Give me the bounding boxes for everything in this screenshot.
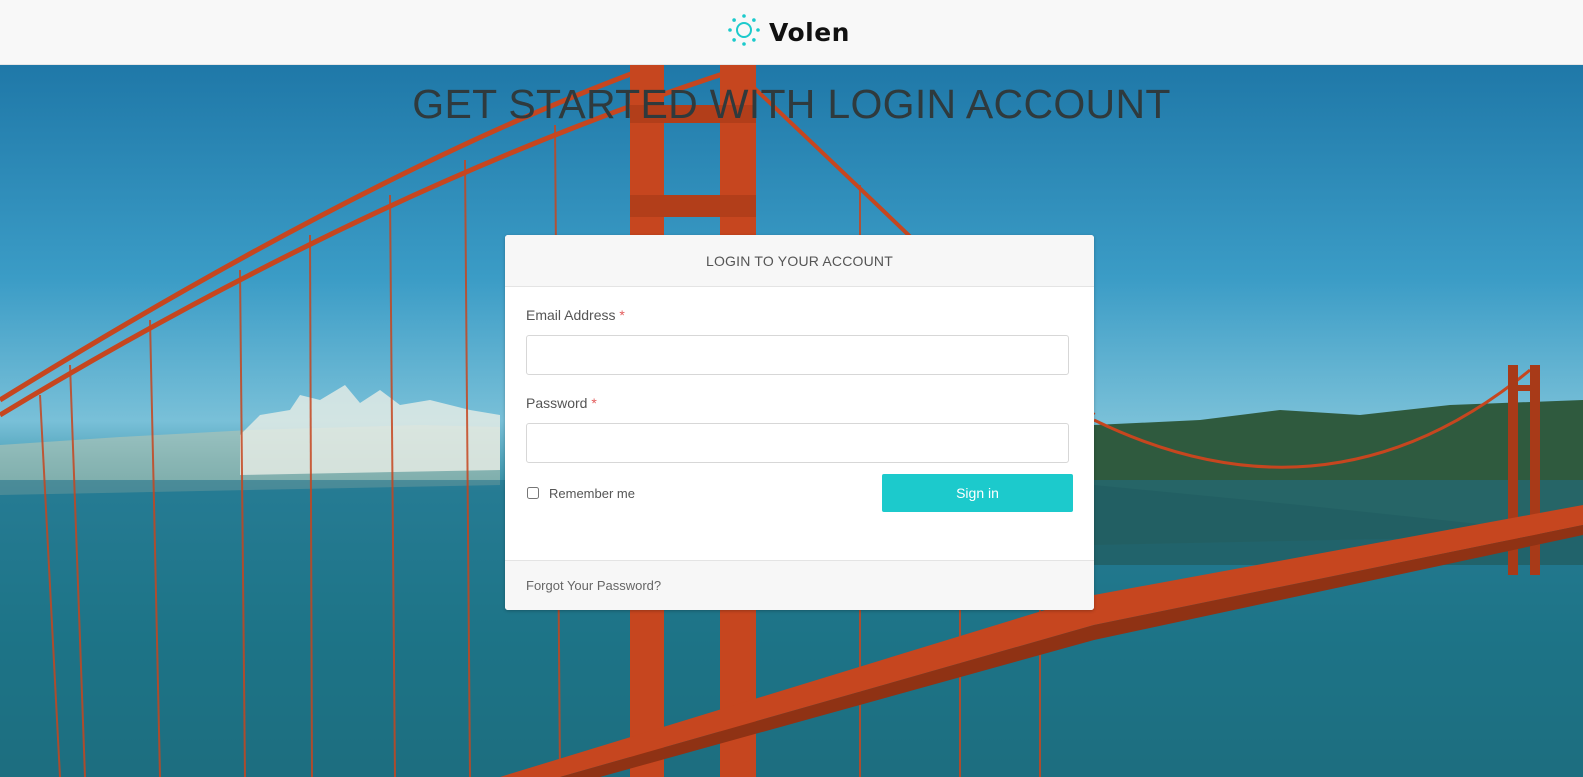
remember-me-label: Remember me xyxy=(549,485,635,501)
password-field[interactable] xyxy=(526,423,1069,463)
page-headline: GET STARTED WITH LOGIN ACCOUNT xyxy=(412,81,1171,127)
sign-in-button[interactable]: Sign in xyxy=(882,474,1073,512)
password-label-text: Password xyxy=(526,395,588,411)
brand-name: Volen xyxy=(769,17,850,47)
login-card-title: LOGIN TO YOUR ACCOUNT xyxy=(705,252,893,269)
brand-logo[interactable]: Volen xyxy=(727,13,850,52)
login-card-header: LOGIN TO YOUR ACCOUNT xyxy=(505,235,1094,287)
email-label: Email Address * xyxy=(526,307,1073,323)
required-marker: * xyxy=(619,307,625,323)
login-card-footer: Forgot Your Password? xyxy=(505,560,1094,610)
email-field[interactable] xyxy=(526,335,1069,375)
forgot-password-link[interactable]: Forgot Your Password? xyxy=(526,578,661,593)
form-actions-row: Remember me Sign in xyxy=(526,473,1073,513)
password-label: Password * xyxy=(526,395,1073,411)
required-marker: * xyxy=(591,395,597,411)
login-card: LOGIN TO YOUR ACCOUNT Email Address * Pa… xyxy=(505,235,1094,610)
remember-me-checkbox[interactable] xyxy=(527,487,539,499)
top-navbar: Volen xyxy=(0,0,1583,65)
email-label-text: Email Address xyxy=(526,307,616,323)
sun-icon xyxy=(727,13,761,52)
login-form: Email Address * Password * Remember me S… xyxy=(505,287,1094,527)
remember-me[interactable]: Remember me xyxy=(526,486,635,501)
